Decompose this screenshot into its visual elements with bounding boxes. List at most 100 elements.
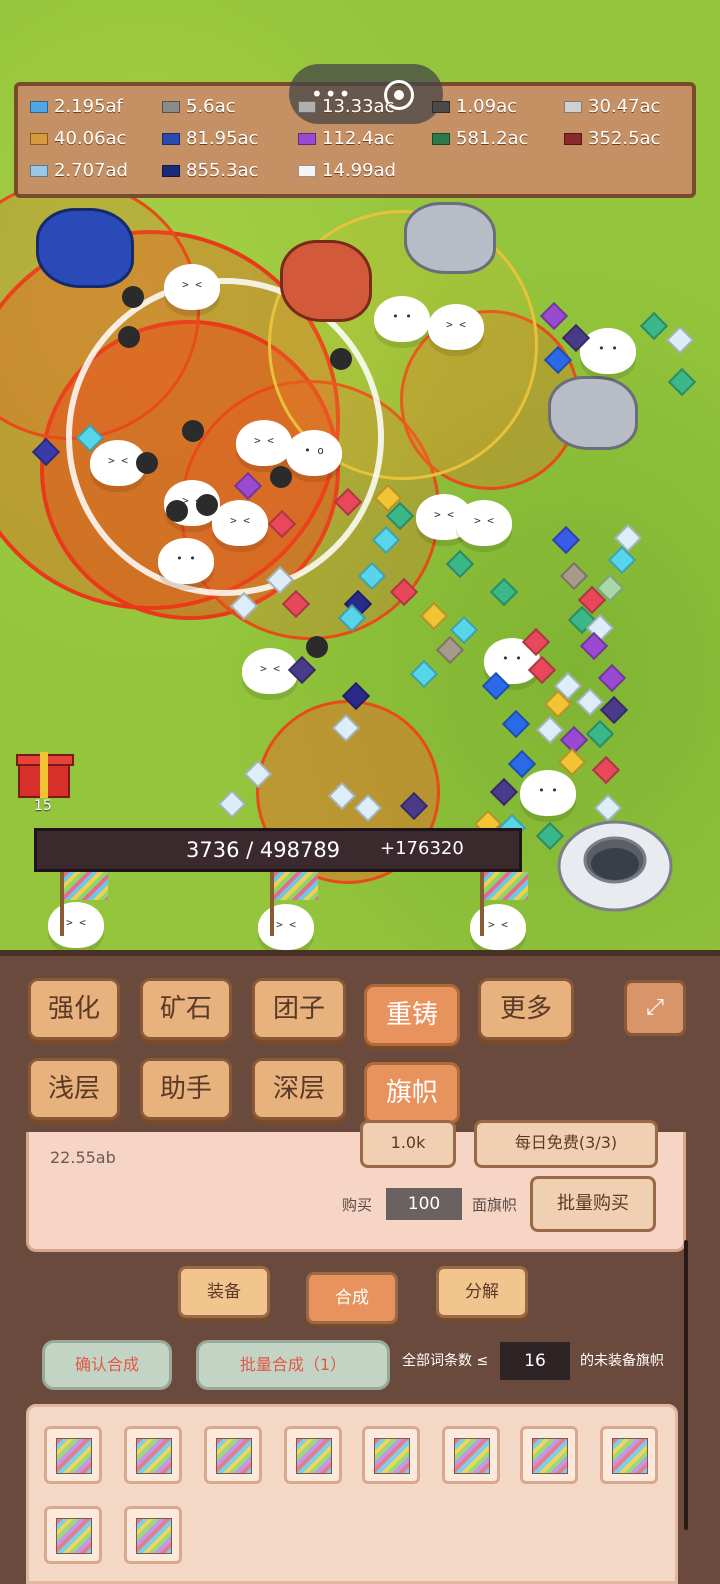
panel-scrollbar[interactable] bbox=[684, 1240, 688, 1530]
dropped-gem[interactable] bbox=[597, 663, 627, 693]
dango-character[interactable]: > < bbox=[258, 904, 314, 950]
dropped-gem[interactable] bbox=[585, 719, 615, 749]
tab-more[interactable]: 更多 bbox=[478, 978, 574, 1040]
confirm-synthesize-button[interactable]: 确认合成 bbox=[42, 1340, 172, 1390]
banner-item-icon bbox=[296, 1438, 332, 1474]
resource-counter: 5.6ac bbox=[162, 94, 236, 120]
sapphire-ingot-icon bbox=[162, 165, 180, 177]
tab-deep[interactable]: 深层 bbox=[252, 1058, 346, 1120]
banner-item-icon bbox=[56, 1518, 92, 1554]
diamond-gem-icon bbox=[30, 101, 48, 113]
dango-character[interactable]: > < bbox=[428, 304, 484, 350]
iron-ingot-icon bbox=[298, 101, 316, 113]
lapis-ingot-icon bbox=[162, 133, 180, 145]
resource-counter: 855.3ac bbox=[162, 158, 258, 184]
banner-item-icon bbox=[374, 1438, 410, 1474]
tab-banner[interactable]: 旗帜 bbox=[364, 1062, 460, 1124]
buy-quantity-input[interactable]: 100 bbox=[386, 1188, 462, 1220]
dropped-gem[interactable] bbox=[599, 695, 629, 725]
daily-free-button[interactable]: 每日免费(3/3) bbox=[474, 1120, 658, 1168]
resource-counter: 112.4ac bbox=[298, 126, 394, 152]
dropped-gem[interactable] bbox=[419, 601, 449, 631]
dango-character[interactable]: • • bbox=[158, 538, 214, 584]
subtab-equip[interactable]: 装备 bbox=[178, 1266, 270, 1318]
dropped-gem[interactable] bbox=[501, 709, 531, 739]
bomb-icon bbox=[118, 326, 140, 348]
bulk-buy-button[interactable]: 批量购买 bbox=[530, 1176, 656, 1232]
banner-slot[interactable] bbox=[124, 1506, 182, 1564]
subtab-decompose[interactable]: 分解 bbox=[436, 1266, 528, 1318]
buy-with-crystal-button[interactable]: 1.0k bbox=[360, 1120, 456, 1168]
dropped-gem[interactable] bbox=[591, 755, 621, 785]
crystal-ingot-icon bbox=[30, 165, 48, 177]
resource-counter: 1.09ac bbox=[432, 94, 517, 120]
copper-ingot-icon bbox=[30, 133, 48, 145]
resource-counter: 581.2ac bbox=[432, 126, 528, 152]
banner-slot[interactable] bbox=[44, 1426, 102, 1484]
resource-value: 855.3ac bbox=[186, 160, 259, 181]
resource-counter: 352.5ac bbox=[564, 126, 660, 152]
silver-ore-rock[interactable] bbox=[548, 376, 638, 450]
expand-icon[interactable]: ⤢ bbox=[624, 980, 686, 1036]
dango-character[interactable]: • o bbox=[286, 430, 342, 476]
tab-helper[interactable]: 助手 bbox=[140, 1058, 232, 1120]
tab-enhance[interactable]: 强化 bbox=[28, 978, 120, 1040]
dropped-gem[interactable] bbox=[665, 325, 695, 355]
dropped-gem[interactable] bbox=[575, 687, 605, 717]
dropped-gem[interactable] bbox=[217, 789, 247, 819]
dropped-gem[interactable] bbox=[489, 577, 519, 607]
dango-character[interactable]: • • bbox=[520, 770, 576, 816]
copper-ore-rock[interactable] bbox=[280, 240, 372, 322]
resource-value: 5.6ac bbox=[186, 96, 236, 117]
banner-slot[interactable] bbox=[600, 1426, 658, 1484]
silver-ore-rock[interactable] bbox=[404, 202, 496, 274]
tab-ore[interactable]: 矿石 bbox=[140, 978, 232, 1040]
dango-character[interactable]: > < bbox=[164, 264, 220, 310]
dango-character[interactable]: • • bbox=[374, 296, 430, 342]
resource-value: 30.47ac bbox=[588, 96, 661, 117]
dango-character[interactable]: > < bbox=[456, 500, 512, 546]
gift-box-icon[interactable] bbox=[16, 742, 74, 800]
bulk-synthesize-button[interactable]: 批量合成（1） bbox=[196, 1340, 390, 1390]
resource-value: 581.2ac bbox=[456, 128, 529, 149]
amethyst-ingot-icon bbox=[298, 133, 316, 145]
banner-item-icon bbox=[216, 1438, 252, 1474]
stage-progress-increment: +176320 bbox=[380, 838, 464, 859]
tab-dango[interactable]: 团子 bbox=[252, 978, 346, 1040]
gift-count: 15 bbox=[34, 798, 52, 814]
dropped-gem[interactable] bbox=[607, 545, 637, 575]
resource-counter: 40.06ac bbox=[30, 126, 126, 152]
dango-character[interactable]: > < bbox=[48, 902, 104, 948]
banner-slot[interactable] bbox=[204, 1426, 262, 1484]
banner-slot[interactable] bbox=[44, 1506, 102, 1564]
dropped-gem[interactable] bbox=[559, 561, 589, 591]
dango-character[interactable]: • • bbox=[580, 328, 636, 374]
dango-character[interactable]: > < bbox=[236, 420, 292, 466]
dropped-gem[interactable] bbox=[445, 549, 475, 579]
banner-slot[interactable] bbox=[520, 1426, 578, 1484]
banner-slot[interactable] bbox=[284, 1426, 342, 1484]
dropped-gem[interactable] bbox=[551, 525, 581, 555]
bomb-icon bbox=[196, 494, 218, 516]
buy-price-label: 1.0k bbox=[390, 1133, 426, 1152]
dango-character[interactable]: > < bbox=[470, 904, 526, 950]
dropped-gem[interactable] bbox=[639, 311, 669, 341]
banner-slot[interactable] bbox=[124, 1426, 182, 1484]
tab-reforge[interactable]: 重铸 bbox=[364, 984, 460, 1046]
emerald-ingot-icon bbox=[432, 133, 450, 145]
dropped-gem[interactable] bbox=[557, 747, 587, 777]
subtab-synthesize[interactable]: 合成 bbox=[306, 1272, 398, 1324]
banner-slot[interactable] bbox=[442, 1426, 500, 1484]
stone-well[interactable] bbox=[556, 814, 674, 914]
dropped-gem[interactable] bbox=[539, 301, 569, 331]
lapis-ore-rock[interactable] bbox=[36, 208, 134, 288]
dropped-gem[interactable] bbox=[489, 777, 519, 807]
bomb-icon bbox=[306, 636, 328, 658]
dropped-gem[interactable] bbox=[667, 367, 697, 397]
banner-slot[interactable] bbox=[362, 1426, 420, 1484]
filter-count-input[interactable]: 16 bbox=[500, 1342, 570, 1380]
dropped-gem[interactable] bbox=[409, 659, 439, 689]
dango-character[interactable]: > < bbox=[212, 500, 268, 546]
resource-value: 112.4ac bbox=[322, 128, 395, 149]
tab-shallow[interactable]: 浅层 bbox=[28, 1058, 120, 1120]
